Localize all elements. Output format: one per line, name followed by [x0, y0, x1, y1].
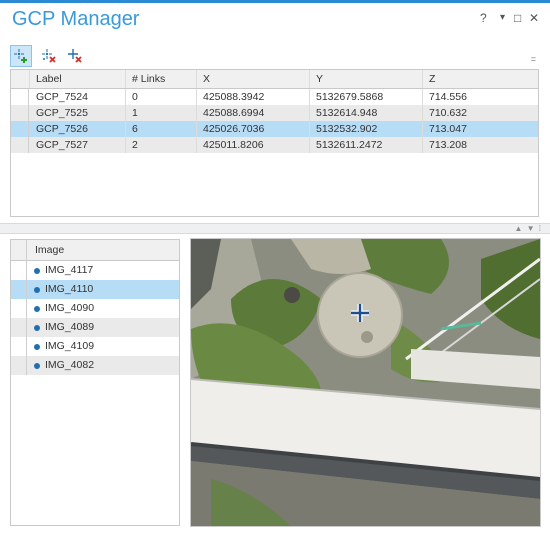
- close-button[interactable]: ✕: [529, 11, 539, 25]
- row-selector[interactable]: [11, 89, 29, 105]
- pane-splitter[interactable]: ▲ ▼ ⁞: [0, 223, 550, 234]
- cell-y: 5132679.5868: [310, 89, 423, 105]
- cell-label: GCP_7525: [30, 105, 126, 121]
- aerial-image: [191, 239, 540, 526]
- row-selector[interactable]: [11, 137, 29, 153]
- image-status-dot-icon: [34, 344, 40, 350]
- image-status-dot-icon: [34, 287, 40, 293]
- cell-links: 2: [126, 137, 197, 153]
- cell-x: 425026.7036: [197, 121, 310, 137]
- delete-gcp-icon: [42, 49, 56, 63]
- row-header-corner: [11, 70, 30, 88]
- row-selector[interactable]: [11, 261, 27, 280]
- cell-z: 713.208: [429, 139, 467, 151]
- delete-tiepoint-button[interactable]: [64, 45, 86, 67]
- row-header-corner: [11, 240, 27, 260]
- image-name: IMG_4082: [45, 359, 95, 371]
- image-name: IMG_4109: [45, 340, 95, 352]
- delete-gcp-button[interactable]: [38, 45, 60, 67]
- list-item-selected[interactable]: IMG_4110: [11, 280, 179, 299]
- cell-links: 6: [126, 121, 197, 137]
- column-header-y[interactable]: Y: [310, 70, 423, 88]
- window-accent-bar: [0, 0, 550, 3]
- add-gcp-button[interactable]: [10, 45, 32, 67]
- list-item[interactable]: IMG_4090: [11, 299, 179, 318]
- cell-x: 425088.3942: [197, 89, 310, 105]
- image-list: Image IMG_4117 IMG_4110 IMG_4090 IMG_408…: [10, 239, 180, 526]
- cell-x: 425011.8206: [197, 137, 310, 153]
- row-selector[interactable]: [11, 299, 27, 318]
- help-button[interactable]: ?: [480, 11, 487, 25]
- list-item[interactable]: IMG_4109: [11, 337, 179, 356]
- cell-label: GCP_7524: [30, 89, 126, 105]
- cell-label: GCP_7526: [30, 121, 126, 137]
- image-name: IMG_4117: [45, 264, 94, 276]
- toolbar-overflow-icon[interactable]: =: [531, 54, 536, 64]
- cell-links: 0: [126, 89, 197, 105]
- row-selector[interactable]: [11, 318, 27, 337]
- pane-menu-button[interactable]: ▾: [500, 12, 505, 23]
- restore-button[interactable]: □: [514, 11, 521, 25]
- image-status-dot-icon: [34, 363, 40, 369]
- gcp-table-header: Label # Links X Y Z: [11, 70, 538, 89]
- list-item[interactable]: IMG_4089: [11, 318, 179, 337]
- cell-label: GCP_7527: [30, 137, 126, 153]
- list-item[interactable]: IMG_4082: [11, 356, 179, 375]
- image-status-dot-icon: [34, 325, 40, 331]
- delete-tiepoint-icon: [68, 49, 82, 63]
- cell-y: 5132614.948: [310, 105, 423, 121]
- cell-y: 5132532.902: [310, 121, 423, 137]
- column-header-z[interactable]: Z: [423, 70, 538, 88]
- list-item[interactable]: IMG_4117: [11, 261, 179, 280]
- image-list-header: Image: [11, 240, 179, 261]
- cell-z: 713.047: [429, 123, 467, 135]
- column-header-image[interactable]: Image: [35, 240, 64, 260]
- gcp-toolbar: =: [10, 45, 540, 67]
- image-name: IMG_4110: [45, 283, 94, 295]
- window-title: GCP Manager: [12, 8, 140, 30]
- table-row[interactable]: GCP_7527 2 425011.8206 5132611.2472 713.…: [11, 137, 538, 153]
- cell-y: 5132611.2472: [310, 137, 423, 153]
- column-header-label[interactable]: Label: [30, 70, 126, 88]
- row-selector[interactable]: [11, 105, 29, 121]
- image-viewer[interactable]: [190, 238, 541, 527]
- add-gcp-icon: [14, 49, 27, 63]
- row-selector[interactable]: [11, 121, 29, 137]
- cell-z: 714.556: [429, 91, 467, 103]
- crosshair-icon: [351, 304, 369, 322]
- table-row[interactable]: GCP_7525 1 425088.6994 5132614.948 710.6…: [11, 105, 538, 121]
- gcp-table: Label # Links X Y Z GCP_7524 0 425088.39…: [10, 69, 539, 217]
- cell-x: 425088.6994: [197, 105, 310, 121]
- cell-z: 710.632: [429, 107, 467, 119]
- row-selector[interactable]: [11, 337, 27, 356]
- column-header-links[interactable]: # Links: [126, 70, 197, 88]
- splitter-controls[interactable]: ▲ ▼ ⁞: [514, 224, 542, 233]
- table-row-selected[interactable]: GCP_7526 6 425026.7036 5132532.902 713.0…: [11, 121, 538, 137]
- cell-links: 1: [126, 105, 197, 121]
- table-row[interactable]: GCP_7524 0 425088.3942 5132679.5868 714.…: [11, 89, 538, 105]
- image-name: IMG_4089: [45, 321, 95, 333]
- image-status-dot-icon: [34, 268, 40, 274]
- row-selector[interactable]: [11, 356, 27, 375]
- image-status-dot-icon: [34, 306, 40, 312]
- row-selector[interactable]: [11, 280, 27, 299]
- image-name: IMG_4090: [45, 302, 95, 314]
- column-header-x[interactable]: X: [197, 70, 310, 88]
